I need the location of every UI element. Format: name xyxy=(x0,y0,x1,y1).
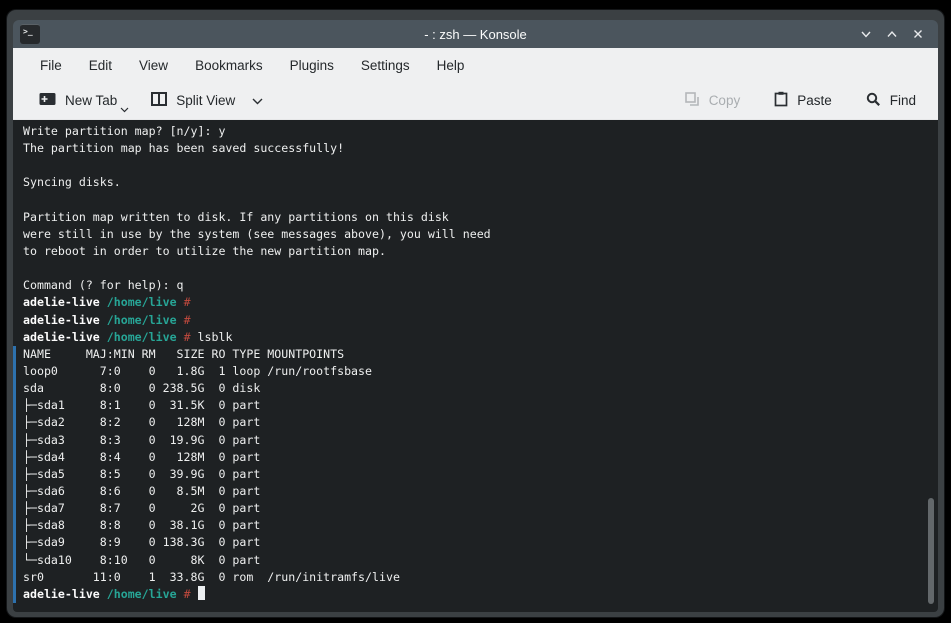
paste-button[interactable]: Paste xyxy=(766,85,840,116)
search-icon xyxy=(866,92,881,110)
split-view-button[interactable]: Split View xyxy=(143,86,271,115)
terminal-line: ├─sda9 8:9 0 138.3G 0 part xyxy=(13,534,938,552)
copy-label: Copy xyxy=(708,93,741,108)
terminal-line: Write partition map? [n/y]: y xyxy=(23,124,226,138)
terminal-line: NAME MAJ:MIN RM SIZE RO TYPE MOUNTPOINTS xyxy=(13,345,938,364)
menu-item-bookmarks[interactable]: Bookmarks xyxy=(184,53,274,78)
terminal-line: ├─sda8 8:8 0 38.1G 0 part xyxy=(13,517,938,535)
copy-button: Copy xyxy=(677,86,749,116)
close-icon[interactable] xyxy=(911,28,924,41)
menu-item-help[interactable]: Help xyxy=(426,53,476,78)
terminal-line: adelie-live /home/live # lsblk xyxy=(23,329,233,344)
find-label: Find xyxy=(889,93,916,108)
terminal-line: ├─sda4 8:4 0 128M 0 part xyxy=(13,448,938,466)
terminal-line: Command (? for help): q xyxy=(23,278,184,293)
maximize-icon[interactable] xyxy=(885,28,898,41)
terminal-line: to reboot in order to utilize the new pa… xyxy=(23,243,386,258)
split-view-label: Split View xyxy=(176,93,236,108)
terminal-line: adelie-live /home/live # xyxy=(23,312,191,327)
split-view-icon xyxy=(151,92,168,109)
terminal-output: Write partition map? [n/y]: y The partiti… xyxy=(13,123,938,604)
terminal-line: ├─sda6 8:6 0 8.5M 0 part xyxy=(13,482,938,501)
menu-item-settings[interactable]: Settings xyxy=(350,53,421,78)
chevron-down-icon[interactable] xyxy=(120,101,129,116)
terminal-line: ├─sda1 8:1 0 31.5K 0 part xyxy=(13,397,938,415)
terminal-line: were still in use by the system (see mes… xyxy=(23,226,491,241)
menu-item-file[interactable]: File xyxy=(29,53,73,78)
desktop-background: { "window": { "title": "- : zsh — Konsol… xyxy=(0,0,951,623)
menu-item-view[interactable]: View xyxy=(128,53,179,78)
konsole-window: >_ - : zsh — Konsole File Edit View Book… xyxy=(7,10,944,617)
terminal-line: adelie-live /home/live # xyxy=(13,585,938,604)
terminal-line: sr0 11:0 1 33.8G 0 rom /run/initramfs/li… xyxy=(13,568,938,586)
terminal-line: sda 8:0 0 238.5G 0 disk xyxy=(13,380,938,398)
window-controls xyxy=(859,20,924,48)
scrollbar-thumb[interactable] xyxy=(928,498,934,604)
terminal-line: ├─sda2 8:2 0 128M 0 part xyxy=(13,414,938,432)
toolbar: New Tab Split View Copy Paste Find xyxy=(13,82,938,120)
menu-item-plugins[interactable]: Plugins xyxy=(279,53,345,78)
paste-icon xyxy=(774,91,788,110)
konsole-app-icon: >_ xyxy=(20,24,40,44)
terminal-line: ├─sda5 8:5 0 39.9G 0 part xyxy=(13,465,938,484)
find-button[interactable]: Find xyxy=(858,86,924,116)
window-title: - : zsh — Konsole xyxy=(424,26,527,42)
menu-item-edit[interactable]: Edit xyxy=(78,53,123,78)
terminal-line: ├─sda3 8:3 0 19.9G 0 part xyxy=(13,431,938,449)
terminal-cursor xyxy=(197,586,205,601)
terminal-line: ├─sda7 8:7 0 2G 0 part xyxy=(13,500,938,518)
terminal-line: The partition map has been saved success… xyxy=(23,141,345,156)
terminal-line: adelie-live /home/live # xyxy=(23,295,191,310)
new-tab-label: New Tab xyxy=(65,93,118,108)
terminal-line: loop0 7:0 0 1.8G 1 loop /run/rootfsbase xyxy=(13,362,938,381)
paste-label: Paste xyxy=(797,93,832,108)
terminal-line: └─sda10 8:10 0 8K 0 part xyxy=(13,551,938,569)
new-tab-button[interactable]: New Tab xyxy=(31,86,129,115)
titlebar[interactable]: >_ - : zsh — Konsole xyxy=(13,20,938,48)
chevron-down-icon xyxy=(252,93,263,108)
terminal-view[interactable]: Write partition map? [n/y]: y The partiti… xyxy=(13,120,938,612)
copy-icon xyxy=(684,91,700,110)
terminal-line: Partition map written to disk. If any pa… xyxy=(23,209,449,224)
terminal-line: Syncing disks. xyxy=(23,175,121,190)
minimize-icon[interactable] xyxy=(859,28,872,41)
menubar: File Edit View Bookmarks Plugins Setting… xyxy=(13,48,938,82)
new-tab-icon xyxy=(39,92,56,109)
